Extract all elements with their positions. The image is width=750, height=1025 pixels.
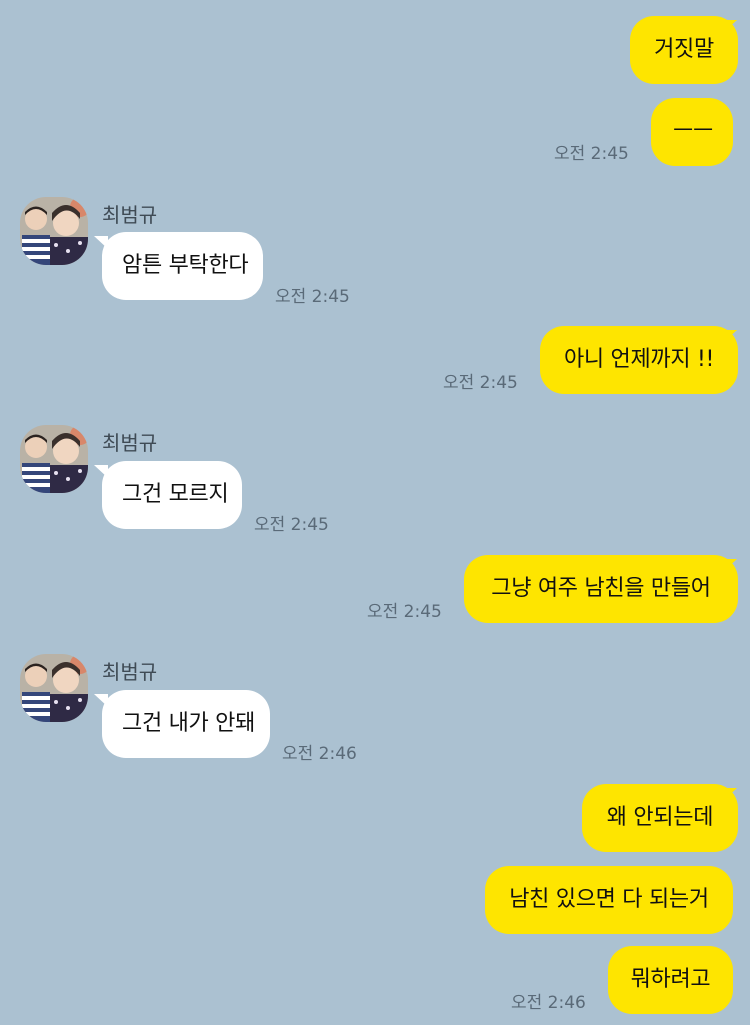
my-message-bubble[interactable]: ㅡㅡ: [651, 98, 733, 166]
contact-message-bubble[interactable]: 그건 모르지: [102, 461, 242, 529]
contact-avatar[interactable]: [20, 197, 88, 265]
my-message-bubble[interactable]: 아니 언제까지 !!: [540, 326, 738, 394]
contact-avatar[interactable]: [20, 654, 88, 722]
message-timestamp: 오전 2:45: [443, 373, 518, 393]
my-message-bubble[interactable]: 그냥 여주 남친을 만들어: [464, 555, 738, 623]
contact-name: 최범규: [102, 660, 158, 684]
message-timestamp: 오전 2:46: [511, 993, 586, 1013]
contact-name: 최범규: [102, 431, 158, 455]
contact-message-bubble[interactable]: 암튼 부탁한다: [102, 232, 263, 300]
message-timestamp: 오전 2:45: [254, 515, 329, 535]
my-message-bubble[interactable]: 왜 안되는데: [582, 784, 738, 852]
message-timestamp: 오전 2:46: [282, 744, 357, 764]
contact-avatar[interactable]: [20, 425, 88, 493]
message-timestamp: 오전 2:45: [275, 287, 350, 307]
my-message-bubble[interactable]: 남친 있으면 다 되는거: [485, 866, 733, 934]
contact-name: 최범규: [102, 203, 158, 227]
my-message-bubble[interactable]: 뭐하려고: [608, 946, 733, 1014]
contact-message-bubble[interactable]: 그건 내가 안돼: [102, 690, 270, 758]
my-message-bubble[interactable]: 거짓말: [630, 16, 738, 84]
message-timestamp: 오전 2:45: [367, 602, 442, 622]
message-timestamp: 오전 2:45: [554, 144, 629, 164]
